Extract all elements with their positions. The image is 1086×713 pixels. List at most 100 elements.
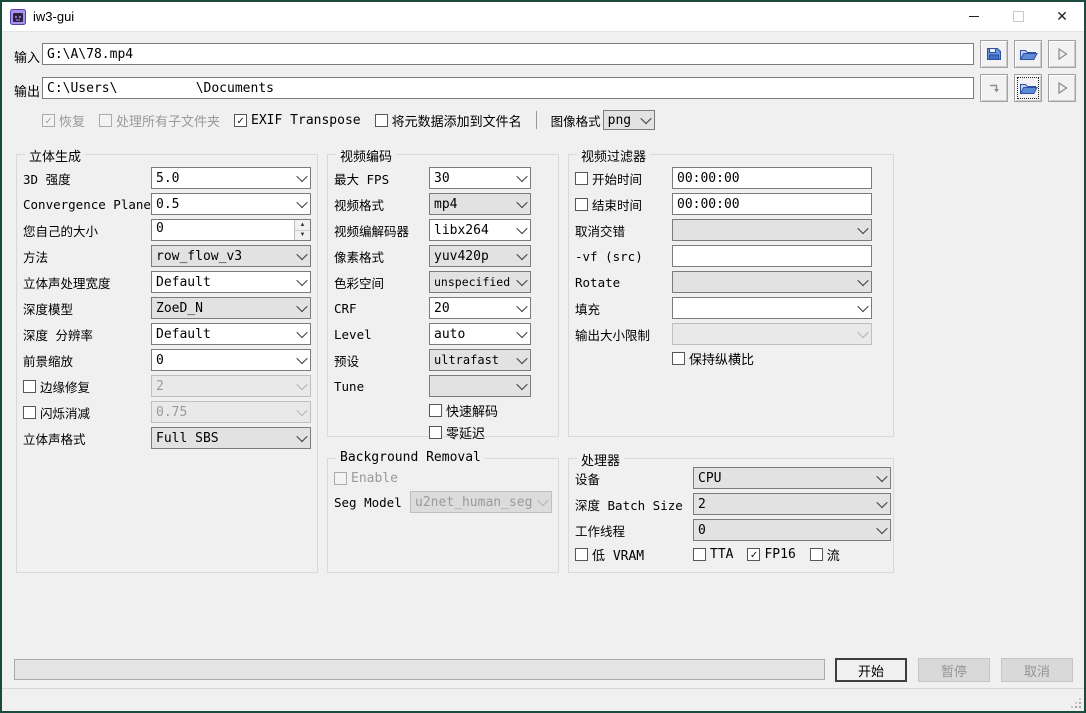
device-combo[interactable]: CPU	[693, 467, 891, 489]
field-row: 最大 FPS 30	[334, 165, 552, 191]
keep-aspect-checkbox[interactable]: 保持纵横比	[672, 349, 754, 368]
checkbox-icon	[234, 114, 247, 127]
field-row: 预设 ultrafast	[334, 347, 552, 373]
colorspace-combo[interactable]: unspecified	[429, 271, 531, 293]
spin-up-button[interactable]: ▲	[295, 220, 310, 231]
minimize-icon	[969, 16, 979, 17]
chevron-down-icon	[857, 301, 868, 312]
zero-latency-checkbox[interactable]: 零延迟	[429, 423, 485, 442]
max-fps-combo[interactable]: 30	[429, 167, 531, 189]
crf-combo[interactable]: 20	[429, 297, 531, 319]
start-button[interactable]: 开始	[835, 658, 907, 682]
image-format-combo[interactable]: png	[603, 110, 655, 130]
tune-combo[interactable]	[429, 375, 531, 397]
background-removal-group: Background Removal Enable Seg Model u2ne…	[327, 458, 559, 573]
field-row: 视频编解码器 libx264	[334, 217, 552, 243]
method-combo[interactable]: row_flow_v3	[151, 245, 311, 267]
vf-src-input[interactable]	[672, 245, 872, 267]
start-time-input[interactable]	[672, 167, 872, 189]
field-row: 方法 row_flow_v3	[23, 243, 311, 269]
spin-down-button[interactable]: ▼	[295, 231, 310, 241]
chevron-down-icon	[857, 275, 868, 286]
field-row: 立体声处理宽度 Default	[23, 269, 311, 295]
titlebar: iw3-gui ✕	[2, 2, 1084, 32]
fp16-checkbox[interactable]: FP16	[747, 547, 795, 562]
input-label: 输入	[14, 47, 44, 66]
padding-combo[interactable]	[672, 297, 872, 319]
stereo-format-combo[interactable]: Full SBS	[151, 427, 311, 449]
field-row: 输出大小限制	[575, 321, 887, 347]
recursive-label: 处理所有子文件夹	[116, 111, 220, 130]
depth-model-combo[interactable]: ZoeD_N	[151, 297, 311, 319]
checkbox-icon	[747, 548, 760, 561]
play-output-button	[1048, 74, 1076, 102]
chevron-down-icon	[516, 249, 527, 260]
checkbox-icon	[693, 548, 706, 561]
folder-open-icon	[1019, 47, 1038, 62]
app-window: iw3-gui ✕ 输入 输出	[0, 0, 1086, 713]
checkbox-icon	[23, 380, 36, 393]
start-time-checkbox[interactable]: 开始时间	[575, 169, 672, 188]
auto-output-button	[980, 74, 1008, 102]
chevron-down-icon	[516, 275, 527, 286]
resize-grip[interactable]	[1071, 698, 1081, 708]
chevron-down-icon	[516, 301, 527, 312]
file-select-button[interactable]	[980, 40, 1008, 68]
exif-transpose-checkbox[interactable]: EXIF Transpose	[234, 113, 361, 128]
pixel-format-combo[interactable]: yuv420p	[429, 245, 531, 267]
depth-batch-size-combo[interactable]: 2	[693, 493, 891, 515]
video-format-combo[interactable]: mp4	[429, 193, 531, 215]
depth-resolution-combo[interactable]: Default	[151, 323, 311, 345]
chevron-down-icon	[857, 327, 868, 338]
chevron-down-icon	[857, 223, 868, 234]
tta-checkbox[interactable]: TTA	[693, 547, 733, 562]
your-own-size-spinner[interactable]: 0 ▲ ▼	[151, 219, 311, 241]
field-row: CRF 20	[334, 295, 552, 321]
video-codec-combo[interactable]: libx264	[429, 219, 531, 241]
edge-fix-checkbox[interactable]: 边缘修复	[23, 377, 151, 396]
deflicker-checkbox[interactable]: 闪烁消减	[23, 403, 151, 422]
close-icon: ✕	[1056, 8, 1068, 25]
field-row: 边缘修复 2	[23, 373, 311, 399]
chevron-down-icon	[296, 171, 307, 182]
chevron-down-icon	[296, 249, 307, 260]
chevron-down-icon	[537, 495, 548, 506]
rotate-combo[interactable]	[672, 271, 872, 293]
chevron-down-icon	[516, 379, 527, 390]
status-bar	[2, 688, 1084, 711]
chevron-down-icon	[516, 327, 527, 338]
stereo-processing-width-combo[interactable]: Default	[151, 271, 311, 293]
worker-threads-combo[interactable]: 0	[693, 519, 891, 541]
options-row: 恢复 处理所有子文件夹 EXIF Transpose 将元数据添加到文件名 图像…	[42, 110, 655, 130]
preset-combo[interactable]: ultrafast	[429, 349, 531, 371]
end-time-checkbox[interactable]: 结束时间	[575, 195, 672, 214]
3d-strength-combo[interactable]: 5.0	[151, 167, 311, 189]
fast-decode-checkbox[interactable]: 快速解码	[429, 401, 498, 420]
field-row: 您自己的大小 0 ▲ ▼	[23, 217, 311, 243]
divider	[536, 111, 537, 129]
field-row: -vf (src)	[575, 243, 887, 269]
checkbox-icon	[575, 172, 588, 185]
recursive-checkbox: 处理所有子文件夹	[99, 111, 220, 130]
field-row: 立体声格式 Full SBS	[23, 425, 311, 451]
open-input-folder-button[interactable]	[1014, 40, 1042, 68]
input-path-field[interactable]	[42, 43, 974, 65]
field-row: 零延迟	[334, 421, 552, 443]
low-vram-checkbox[interactable]: 低 VRAM	[575, 545, 693, 564]
convergence-plane-combo[interactable]: 0.5	[151, 193, 311, 215]
deinterlace-combo[interactable]	[672, 219, 872, 241]
end-time-input[interactable]	[672, 193, 872, 215]
output-path-field[interactable]	[42, 77, 974, 99]
minimize-button[interactable]	[952, 2, 996, 31]
close-button[interactable]: ✕	[1040, 2, 1084, 31]
pause-button: 暂停	[918, 658, 990, 682]
checkbox-icon	[429, 426, 442, 439]
seg-model-combo: u2net_human_seg	[410, 491, 552, 513]
stream-checkbox[interactable]: 流	[810, 545, 840, 564]
play-icon	[1055, 81, 1069, 95]
checkbox-icon	[99, 114, 112, 127]
level-combo[interactable]: auto	[429, 323, 531, 345]
foreground-scale-combo[interactable]: 0	[151, 349, 311, 371]
metadata-filename-checkbox[interactable]: 将元数据添加到文件名	[375, 111, 522, 130]
open-output-folder-button[interactable]	[1014, 74, 1042, 102]
